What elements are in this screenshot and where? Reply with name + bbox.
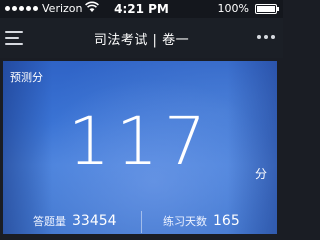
stats-divider — [141, 211, 142, 233]
more-icon[interactable] — [257, 35, 275, 39]
practice-days-stat: 练习天数 165 — [163, 213, 240, 229]
predicted-score-label: 预测分 — [10, 71, 43, 84]
practice-days-value: 165 — [213, 213, 240, 229]
stats-row: 答题量 33454 练习天数 165 — [3, 211, 277, 233]
answered-count-value: 33454 — [72, 213, 117, 229]
answered-count-stat: 答题量 33454 — [33, 213, 117, 229]
practice-days-label: 练习天数 — [163, 215, 207, 228]
nav-bar: 司法考试 | 卷一 — [0, 18, 283, 58]
page-title: 司法考试 | 卷一 — [93, 33, 190, 48]
battery-icon — [255, 4, 279, 14]
predicted-score-card[interactable]: 预测分 117 分 答题量 33454 练习天数 165 — [3, 61, 277, 234]
predicted-score-value: 117 — [68, 103, 212, 180]
answered-count-label: 答题量 — [33, 215, 66, 228]
battery-percent: 100% — [217, 2, 249, 15]
status-bar: Verizon 4:21 PM 100% — [0, 0, 283, 18]
score-unit: 分 — [254, 167, 267, 181]
